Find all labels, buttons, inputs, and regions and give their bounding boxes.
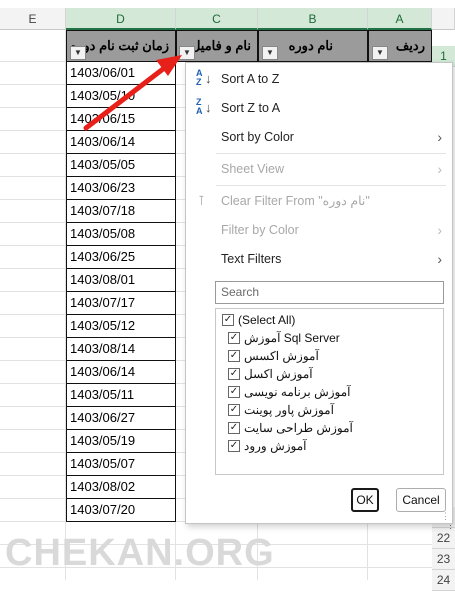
watermark: CHEKAN.ORG xyxy=(5,532,275,574)
annotation-arrow xyxy=(83,55,182,131)
arrow-shaft xyxy=(83,66,166,131)
